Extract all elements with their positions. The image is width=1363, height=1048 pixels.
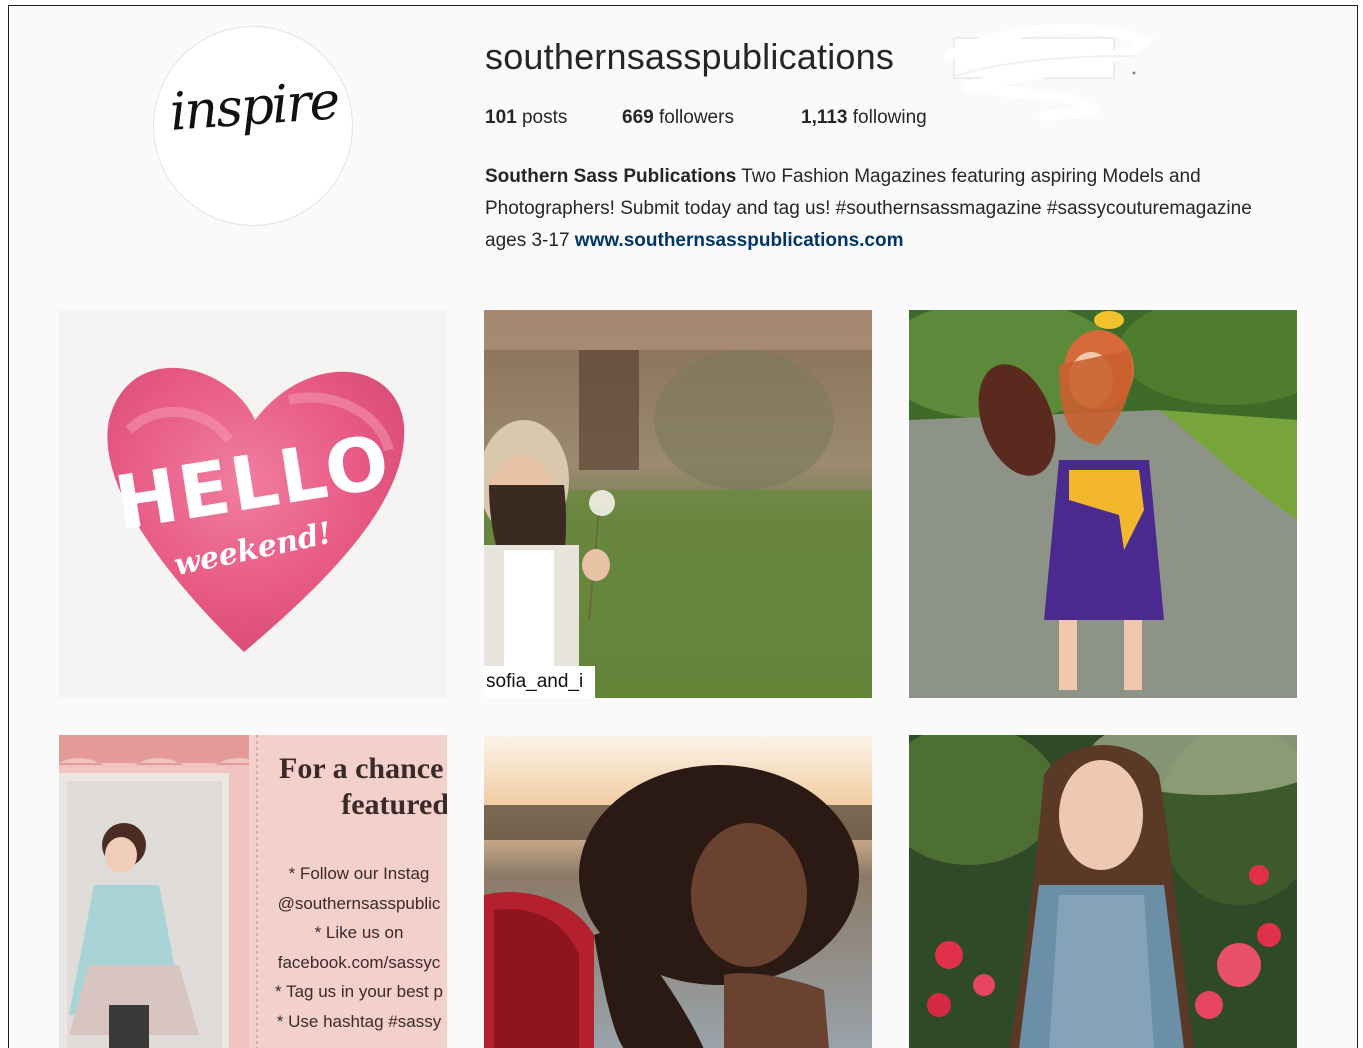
user-tag[interactable]: sofia_and_i <box>484 666 596 698</box>
posts-count: 101 <box>485 107 517 128</box>
profile-bio: Southern Sass Publications Two Fashion M… <box>485 161 1285 257</box>
followers-label: followers <box>658 107 734 128</box>
bio-name: Southern Sass Publications <box>485 166 737 187</box>
post-photo-girl-football <box>909 310 1297 698</box>
profile-page: inspire southernsasspublications 101 pos… <box>8 5 1358 1048</box>
following-count: 1,113 <box>801 107 848 128</box>
promo-line: * Follow our Instag <box>288 864 430 883</box>
post-photo-portrait-sunset <box>484 735 872 1048</box>
post-photo-girl-dandelion <box>484 310 872 698</box>
posts-stat: 101 posts <box>485 107 567 129</box>
promo-line: * Tag us in your best p <box>275 982 443 1001</box>
promo-line: @southernsasspublic <box>277 893 441 913</box>
post-tile[interactable]: HELLO weekend! <box>59 310 447 698</box>
promo-title-line: For a chance t <box>279 752 447 785</box>
promo-instructions: * Follow our Instag @southernsasspublic … <box>259 859 447 1036</box>
promo-line: * Like us on <box>314 923 404 942</box>
promo-title-line: featured: <box>341 788 447 821</box>
promo-title: For a chance t featured: <box>279 751 447 823</box>
promo-line: * Use hashtag #sassy <box>276 1011 442 1031</box>
promo-line: facebook.com/sassyc <box>277 952 441 972</box>
post-tile[interactable]: sofia_and_i <box>484 310 872 698</box>
followers-count: 669 <box>622 107 654 128</box>
post-tile[interactable] <box>484 735 872 1048</box>
avatar-logo-text: inspire <box>167 71 341 143</box>
profile-avatar[interactable]: inspire <box>153 26 353 226</box>
redaction-scribble <box>944 24 1154 121</box>
posts-label: posts <box>521 107 568 128</box>
following-link[interactable]: 1,113 following <box>801 107 927 129</box>
post-tile[interactable]: For a chance t featured: * Follow our In… <box>59 735 447 1048</box>
post-tile[interactable] <box>909 310 1297 698</box>
followers-link[interactable]: 669 followers <box>622 107 734 129</box>
profile-username: southernsasspublications <box>485 36 895 77</box>
post-photo-girl-roses <box>909 735 1297 1048</box>
post-tile[interactable] <box>909 735 1297 1048</box>
following-label: following <box>852 107 927 128</box>
bio-website-link[interactable]: www.southernsasspublications.com <box>575 230 904 251</box>
